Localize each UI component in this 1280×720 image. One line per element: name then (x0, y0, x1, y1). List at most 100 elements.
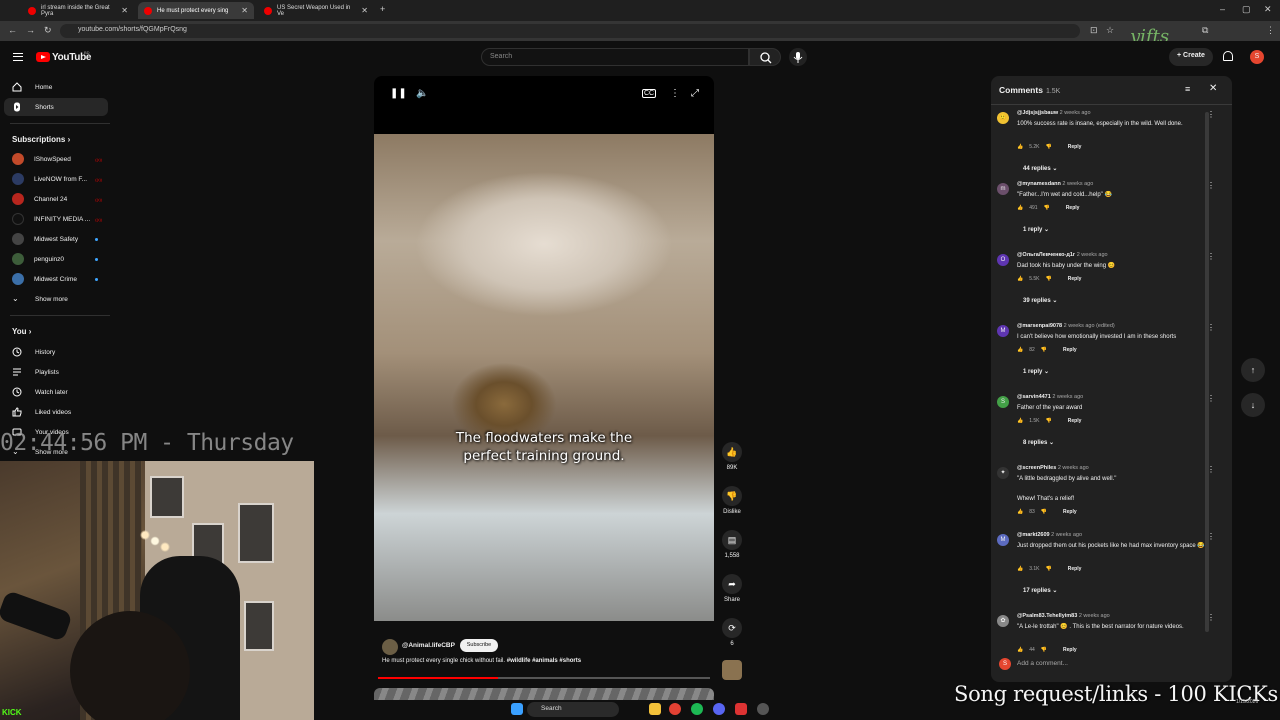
view-replies-button[interactable]: 17 replies ⌄ (1023, 587, 1057, 594)
remix-button[interactable]: ⟳ 6 (722, 618, 742, 647)
subscription-item[interactable]: Midwest Safety (4, 230, 108, 248)
video-title[interactable]: He must protect every single chick witho… (382, 658, 581, 664)
commenter-avatar[interactable]: 🙂 (997, 112, 1009, 124)
volume-icon[interactable]: 🔈 (416, 88, 428, 99)
subscription-item[interactable]: Channel 24 ((•)) (4, 190, 108, 208)
thumbs-down-icon[interactable]: 👎 (1044, 205, 1050, 211)
close-tab-icon[interactable]: ✕ (361, 6, 368, 15)
subscription-item[interactable]: INFINITY MEDIA ... ((•)) (4, 210, 108, 228)
taskbar-search[interactable]: Search (527, 702, 619, 717)
sidebar-item-playlists[interactable]: Playlists (4, 363, 108, 381)
thumbs-up-icon[interactable]: 👍 (1017, 276, 1023, 282)
close-window-icon[interactable]: ✕ (1264, 4, 1272, 15)
reply-button[interactable]: Reply (1068, 418, 1082, 424)
pause-icon[interactable]: ❚❚ (390, 88, 407, 99)
bookmark-star-icon[interactable]: ☆ (1106, 25, 1114, 36)
file-explorer-icon[interactable] (649, 703, 661, 715)
close-icon[interactable]: ✕ (1209, 83, 1217, 94)
thumbs-down-icon[interactable]: 👎 (1046, 566, 1052, 572)
commenter-avatar[interactable]: m (997, 183, 1009, 195)
browser-tab[interactable]: irl stream inside the Great Pyra ✕ (22, 2, 134, 19)
forward-icon[interactable]: → (26, 25, 35, 35)
commenter-avatar[interactable]: S (997, 396, 1009, 408)
youtube-logo-icon[interactable] (36, 52, 50, 62)
view-replies-button[interactable]: 44 replies ⌄ (1023, 165, 1057, 172)
search-button[interactable] (749, 48, 781, 66)
channel-name[interactable]: @Animal.lifeCBP (402, 642, 455, 649)
new-tab-button[interactable]: + (380, 4, 385, 14)
reply-button[interactable]: Reply (1068, 276, 1082, 282)
comment-author[interactable]: @sarvin4471 2 weeks ago (1017, 394, 1083, 400)
view-replies-button[interactable]: 39 replies ⌄ (1023, 297, 1057, 304)
sidebar-item-watch-later[interactable]: Watch later (4, 383, 108, 401)
share-button[interactable]: ➦ Share (722, 574, 742, 603)
sound-thumbnail[interactable] (722, 660, 742, 680)
thumbs-down-icon[interactable]: 👎 (1041, 509, 1047, 515)
channel-avatar[interactable] (382, 639, 398, 655)
comment-author[interactable]: @mynamesdann 2 weeks ago (1017, 181, 1093, 187)
reply-button[interactable]: Reply (1063, 347, 1077, 353)
subscription-item[interactable]: Midwest Crime (4, 270, 108, 288)
thumbs-down-icon[interactable]: 👎 (1041, 647, 1047, 653)
sidebar-item-liked-videos[interactable]: Liked videos (4, 403, 108, 421)
sort-icon[interactable]: ≡ (1185, 84, 1190, 94)
obs-icon[interactable] (757, 703, 769, 715)
reply-button[interactable]: Reply (1068, 144, 1082, 150)
thumbs-down-icon[interactable]: 👎 (1046, 144, 1052, 150)
next-short-button[interactable]: ↓ (1241, 393, 1265, 417)
install-icon[interactable]: ⊡ (1090, 25, 1098, 36)
close-tab-icon[interactable]: ✕ (121, 6, 128, 15)
chrome-icon[interactable] (669, 703, 681, 715)
dislike-button[interactable]: 👎 Dislike (722, 486, 742, 515)
comment-author[interactable]: @Jdjsjsjjsbauw 2 weeks ago (1017, 110, 1091, 116)
back-icon[interactable]: ← (8, 25, 17, 35)
comment-author[interactable]: @markt2609 2 weeks ago (1017, 532, 1082, 538)
comment-author[interactable]: @marsenpai9078 2 weeks ago (edited) (1017, 323, 1115, 329)
reply-button[interactable]: Reply (1063, 509, 1077, 515)
minimize-icon[interactable]: – (1220, 4, 1225, 14)
scrollbar[interactable] (1205, 112, 1209, 632)
search-input[interactable]: Search (481, 48, 749, 66)
account-avatar[interactable]: S (1250, 50, 1264, 64)
extensions-icon[interactable]: ⧉ (1202, 25, 1208, 36)
comment-author[interactable]: @Psalm83.Tehellyim83 2 weeks ago (1017, 613, 1110, 619)
subscription-item[interactable]: LiveNOW from F... ((•)) (4, 170, 108, 188)
more-options-icon[interactable]: ⋮ (670, 88, 680, 99)
notifications-bell-icon[interactable] (1223, 51, 1233, 61)
thumbs-up-icon[interactable]: 👍 (1017, 647, 1023, 653)
comment-author[interactable]: @ОльгаЛевченко-д1г 2 weeks ago (1017, 252, 1108, 258)
you-heading[interactable]: You › (12, 327, 31, 336)
menu-icon[interactable] (13, 53, 23, 61)
previous-short-button[interactable]: ↑ (1241, 358, 1265, 382)
view-replies-button[interactable]: 8 replies ⌄ (1023, 439, 1054, 446)
maximize-icon[interactable]: ▢ (1242, 4, 1251, 15)
commenter-avatar[interactable]: M (997, 325, 1009, 337)
subscriptions-heading[interactable]: Subscriptions › (12, 135, 70, 144)
thumbs-down-icon[interactable]: 👎 (1046, 276, 1052, 282)
comments-button[interactable]: ▤ 1,558 (722, 530, 742, 559)
video-progress-bar[interactable] (378, 677, 710, 679)
thumbs-down-icon[interactable]: 👎 (1041, 347, 1047, 353)
address-bar[interactable]: youtube.com/shorts/fQGMpFrQsng (60, 24, 1080, 38)
reply-button[interactable]: Reply (1063, 647, 1077, 653)
sidebar-item-home[interactable]: Home (4, 78, 108, 96)
create-button[interactable]: + Create (1169, 48, 1213, 66)
sidebar-item-history[interactable]: History (4, 343, 108, 361)
browser-menu-icon[interactable]: ⋮ (1266, 25, 1275, 36)
view-replies-button[interactable]: 1 reply ⌄ (1023, 226, 1049, 233)
thumbs-up-icon[interactable]: 👍 (1017, 566, 1023, 572)
view-replies-button[interactable]: 1 reply ⌄ (1023, 368, 1049, 375)
like-button[interactable]: 👍 89K (722, 442, 742, 471)
discord-icon[interactable] (713, 703, 725, 715)
browser-tab-active[interactable]: He must protect every sing ✕ (138, 2, 254, 19)
reload-icon[interactable]: ↻ (44, 25, 52, 36)
browser-tab[interactable]: US Secret Weapon Used in Ve ✕ (258, 2, 374, 19)
voice-search-button[interactable] (789, 48, 807, 66)
spotify-icon[interactable] (691, 703, 703, 715)
add-comment-input[interactable]: S Add a comment... (999, 658, 1224, 670)
reply-button[interactable]: Reply (1066, 205, 1080, 211)
comment-author[interactable]: @screenPhiles 2 weeks ago (1017, 465, 1089, 471)
app-icon[interactable] (735, 703, 747, 715)
shorts-video-player[interactable]: ❚❚ 🔈 CC ⋮ ⤢ The floodwaters make the per… (374, 76, 714, 621)
show-more-subscriptions[interactable]: ⌄ Show more (4, 290, 108, 308)
